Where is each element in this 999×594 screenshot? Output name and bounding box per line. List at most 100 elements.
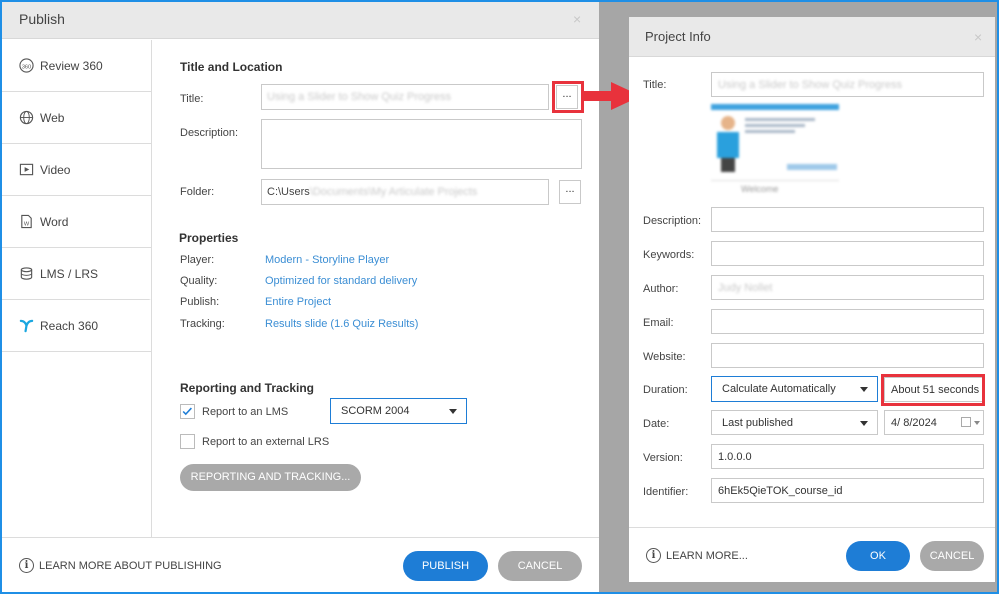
pi-cancel-button[interactable]: CANCEL <box>920 541 984 571</box>
date-picker[interactable]: 4/ 8/2024 <box>884 410 984 435</box>
video-icon <box>18 162 34 178</box>
sidebar-item-reach360[interactable]: Reach 360 <box>2 300 151 352</box>
publish-scope-link[interactable]: Entire Project <box>265 296 331 308</box>
pi-title-input[interactable]: Using a Slider to Show Quiz Progress <box>711 72 984 97</box>
publish-button[interactable]: PUBLISH <box>403 551 488 581</box>
pi-email-label: Email: <box>643 317 674 329</box>
project-info-footer: i LEARN MORE... OK CANCEL <box>629 527 995 582</box>
reach360-icon <box>18 318 34 334</box>
publish-scope-label: Publish: <box>180 296 220 308</box>
pi-keywords-label: Keywords: <box>643 249 695 261</box>
slide-thumbnail-caption: Welcome <box>741 184 779 194</box>
title-input[interactable]: Using a Slider to Show Quiz Progress <box>261 84 549 110</box>
chevron-down-icon <box>860 421 868 426</box>
title-location-heading: Title and Location <box>180 60 283 74</box>
pi-title-label: Title: <box>643 79 667 91</box>
quality-link[interactable]: Optimized for standard delivery <box>265 275 417 287</box>
publish-footer: i LEARN MORE ABOUT PUBLISHING PUBLISH CA… <box>2 537 599 592</box>
sidebar-item-label: LMS / LRS <box>40 266 99 281</box>
pi-author-value: Judy Nollet <box>718 282 773 294</box>
report-lms-checkbox[interactable] <box>180 404 195 419</box>
folder-label: Folder: <box>180 186 215 198</box>
close-icon[interactable]: × <box>974 29 982 45</box>
learn-more-label: LEARN MORE... <box>666 549 748 562</box>
sidebar-item-label: Word <box>40 214 69 229</box>
pi-date-label: Date: <box>643 418 670 430</box>
publish-sidebar: 360 Review 360 Web Video W Word LMS / LR… <box>2 40 152 537</box>
publish-content: Title and Location Title: Using a Slider… <box>152 40 599 537</box>
description-input[interactable] <box>261 119 582 169</box>
date-mode: Last published <box>722 417 793 429</box>
pi-identifier-label: Identifier: <box>643 486 689 498</box>
pi-duration-label: Duration: <box>643 384 688 396</box>
title-label: Title: <box>180 93 204 105</box>
report-lrs-checkbox[interactable] <box>180 434 195 449</box>
pi-version-label: Version: <box>643 452 683 464</box>
pi-author-input[interactable]: Judy Nollet <box>711 275 984 300</box>
reporting-heading: Reporting and Tracking <box>180 381 315 395</box>
sidebar-item-review360[interactable]: 360 Review 360 <box>2 40 151 92</box>
folder-input[interactable]: C:\Users\Documents\My Articulate Project… <box>261 179 549 205</box>
info-icon: i <box>19 558 34 573</box>
pi-website-label: Website: <box>643 351 686 363</box>
description-label: Description: <box>180 127 239 139</box>
quality-label: Quality: <box>180 275 218 287</box>
sidebar-item-label: Reach 360 <box>40 318 99 333</box>
date-value: 4/ 8/2024 <box>891 417 937 429</box>
chevron-down-icon <box>449 409 457 414</box>
globe-icon <box>18 110 34 126</box>
tracking-label: Tracking: <box>180 318 225 330</box>
duration-select[interactable]: Calculate Automatically <box>711 376 878 402</box>
pi-author-label: Author: <box>643 283 679 295</box>
sidebar-item-lms[interactable]: LMS / LRS <box>2 248 151 300</box>
project-info-dialog: Project Info × Title: Using a Slider to … <box>629 17 995 582</box>
pi-version-input[interactable]: 1.0.0.0 <box>711 444 984 469</box>
publish-cancel-button[interactable]: CANCEL <box>498 551 582 581</box>
properties-heading: Properties <box>179 231 239 245</box>
report-lrs-label: Report to an external LRS <box>202 436 330 448</box>
close-icon[interactable]: × <box>573 11 581 27</box>
lms-standard-select[interactable]: SCORM 2004 <box>330 398 467 424</box>
pi-description-input[interactable] <box>711 207 984 232</box>
pi-description-label: Description: <box>643 215 702 227</box>
pi-keywords-input[interactable] <box>711 241 984 266</box>
folder-browse-button[interactable]: ... <box>559 180 581 204</box>
pi-identifier-input[interactable]: 6hEk5QieTOK_course_id <box>711 478 984 503</box>
date-mode-select[interactable]: Last published <box>711 410 878 435</box>
project-info-title-bar: Project Info × <box>629 17 995 57</box>
pi-identifier-value: 6hEk5QieTOK_course_id <box>718 485 843 497</box>
sidebar-item-video[interactable]: Video <box>2 144 151 196</box>
slide-thumbnail: Welcome <box>711 104 841 199</box>
svg-text:W: W <box>23 221 29 227</box>
pi-version-value: 1.0.0.0 <box>718 451 752 463</box>
title-browse-highlight <box>552 81 584 113</box>
check-icon <box>182 407 192 416</box>
ok-button[interactable]: OK <box>846 541 910 571</box>
duration-mode: Calculate Automatically <box>722 383 836 395</box>
publish-title: Publish <box>19 11 65 27</box>
publish-dialog: Publish × 360 Review 360 Web Video W Wor <box>2 2 599 592</box>
sidebar-item-word[interactable]: W Word <box>2 196 151 248</box>
calendar-icon <box>961 417 971 427</box>
pi-website-input[interactable] <box>711 343 984 368</box>
project-info-title: Project Info <box>645 29 711 44</box>
pi-title-value: Using a Slider to Show Quiz Progress <box>718 79 903 91</box>
player-link[interactable]: Modern - Storyline Player <box>265 254 389 266</box>
info-icon: i <box>646 548 661 563</box>
lms-icon <box>18 266 34 282</box>
tracking-link[interactable]: Results slide (1.6 Quiz Results) <box>265 318 418 330</box>
folder-value-blurred: \Documents\My Articulate Projects <box>309 186 478 198</box>
folder-value: C:\Users <box>267 186 310 198</box>
svg-text:360: 360 <box>21 64 30 70</box>
learn-more-link[interactable]: i LEARN MORE... <box>646 548 748 563</box>
reporting-tracking-button[interactable]: REPORTING AND TRACKING... <box>180 464 361 491</box>
sidebar-item-label: Video <box>40 162 71 177</box>
sidebar-item-label: Web <box>40 110 65 125</box>
pi-email-input[interactable] <box>711 309 984 334</box>
learn-more-publishing-link[interactable]: i LEARN MORE ABOUT PUBLISHING <box>19 558 222 573</box>
lms-standard-value: SCORM 2004 <box>341 405 410 417</box>
title-value: Using a Slider to Show Quiz Progress <box>267 91 452 103</box>
sidebar-item-label: Review 360 <box>40 58 103 73</box>
sidebar-item-web[interactable]: Web <box>2 92 151 144</box>
word-icon: W <box>18 214 34 230</box>
